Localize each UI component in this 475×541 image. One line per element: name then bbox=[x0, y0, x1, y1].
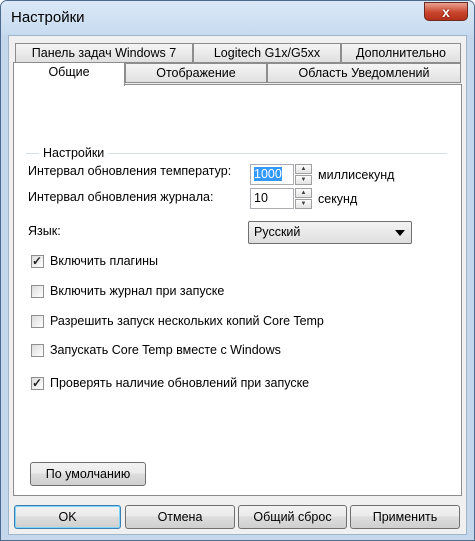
tab-general[interactable]: Общие bbox=[13, 62, 125, 86]
tab-notification-area[interactable]: Область Уведомлений bbox=[267, 63, 461, 83]
temp-interval-value: 1000 bbox=[254, 167, 282, 181]
checkmark-icon: ✓ bbox=[32, 376, 43, 390]
reset-all-button[interactable]: Общий сброс bbox=[238, 505, 347, 529]
tab-display[interactable]: Отображение bbox=[125, 63, 267, 83]
spin-down-icon[interactable]: ▼ bbox=[295, 199, 312, 209]
log-interval-unit: секунд bbox=[318, 192, 358, 206]
temp-interval-label: Интервал обновления температур: bbox=[28, 164, 232, 178]
start-with-windows-label[interactable]: Запускать Core Temp вместе с Windows bbox=[50, 343, 281, 357]
enable-log-checkbox[interactable] bbox=[31, 285, 44, 298]
log-interval-value: 10 bbox=[254, 191, 268, 205]
restore-defaults-button[interactable]: По умолчанию bbox=[30, 462, 146, 486]
temp-interval-input[interactable]: 1000 bbox=[250, 164, 294, 185]
dialog-client-area: Панель задач Windows 7 Logitech G1x/G5xx… bbox=[8, 35, 467, 535]
chevron-down-icon bbox=[395, 230, 405, 236]
window-title: Настройки bbox=[11, 9, 85, 26]
close-icon: x bbox=[442, 3, 450, 20]
close-button[interactable]: x bbox=[424, 2, 468, 21]
enable-log-label[interactable]: Включить журнал при запуске bbox=[50, 284, 224, 298]
apply-button[interactable]: Применить bbox=[350, 505, 460, 529]
title-bar[interactable]: Настройки x bbox=[1, 1, 474, 35]
check-updates-label[interactable]: Проверять наличие обновлений при запуске bbox=[50, 376, 309, 390]
enable-plugins-checkbox[interactable]: ✓ bbox=[31, 254, 44, 268]
checkmark-icon: ✓ bbox=[32, 254, 43, 268]
temp-interval-unit: миллисекунд bbox=[318, 168, 395, 182]
log-interval-spinner[interactable]: ▲ ▼ bbox=[295, 188, 312, 209]
language-value: Русский bbox=[254, 225, 301, 239]
multiple-instances-checkbox[interactable] bbox=[31, 315, 44, 328]
cancel-button[interactable]: Отмена bbox=[125, 505, 235, 529]
spin-up-icon[interactable]: ▲ bbox=[295, 164, 312, 174]
log-interval-label: Интервал обновления журнала: bbox=[28, 190, 214, 204]
check-updates-checkbox[interactable]: ✓ bbox=[31, 376, 44, 390]
tab-advanced[interactable]: Дополнительно bbox=[341, 43, 461, 63]
temp-interval-spinner[interactable]: ▲ ▼ bbox=[295, 164, 312, 185]
spin-down-icon[interactable]: ▼ bbox=[295, 175, 312, 185]
tab-panel-general: Настройки Интервал обновления температур… bbox=[13, 84, 462, 496]
spin-up-icon[interactable]: ▲ bbox=[295, 188, 312, 198]
group-label: Настройки bbox=[39, 146, 109, 160]
log-interval-input[interactable]: 10 bbox=[250, 188, 294, 209]
start-with-windows-checkbox[interactable] bbox=[31, 344, 44, 357]
tab-taskbar-windows7[interactable]: Панель задач Windows 7 bbox=[15, 43, 193, 63]
ok-button[interactable]: OK bbox=[14, 505, 121, 529]
language-select[interactable]: Русский bbox=[248, 221, 412, 244]
settings-window: Настройки x Панель задач Windows 7 Logit… bbox=[0, 0, 475, 541]
multiple-instances-label[interactable]: Разрешить запуск нескольких копий Core T… bbox=[50, 314, 324, 328]
tab-logitech[interactable]: Logitech G1x/G5xx bbox=[193, 43, 341, 63]
language-label: Язык: bbox=[28, 224, 61, 238]
enable-plugins-label[interactable]: Включить плагины bbox=[50, 254, 158, 268]
